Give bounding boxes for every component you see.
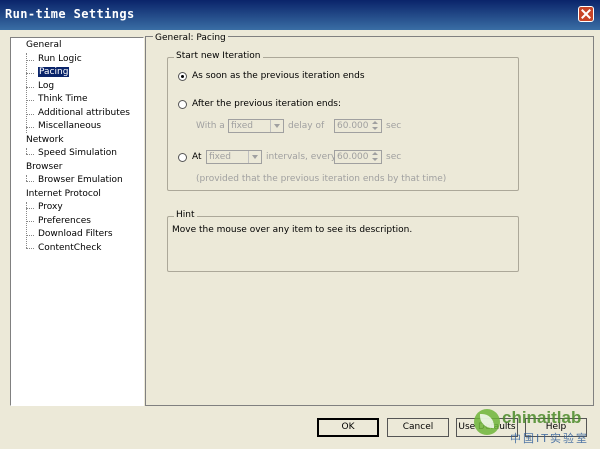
tree-item-browser-emulation[interactable]: Browser Emulation [38, 175, 123, 187]
label-after-previous: After the previous iteration ends: [192, 99, 342, 109]
label-intervals-every: intervals, every [266, 152, 337, 162]
radio-at-intervals[interactable] [178, 153, 187, 162]
hint-group-title: Hint [174, 210, 197, 220]
watermark-brand: chinaitlab [502, 408, 582, 427]
label-as-soon-as: As soon as the previous iteration ends [192, 71, 365, 81]
label-sec-1: sec [386, 121, 402, 131]
hint-group: Hint Move the mouse over any item to see… [167, 210, 519, 272]
interval-type-combo[interactable]: fixed [206, 150, 262, 164]
close-icon[interactable] [578, 6, 594, 22]
tree-item-general[interactable]: General [26, 40, 61, 52]
radio-after-previous[interactable] [178, 100, 187, 109]
title-bar[interactable]: Run-time Settings [0, 0, 600, 30]
hint-text: Move the mouse over any item to see its … [172, 225, 413, 235]
label-provided-note: (provided that the previous iteration en… [196, 174, 447, 184]
chevron-down-icon[interactable] [248, 151, 261, 163]
cancel-button[interactable]: Cancel [387, 418, 449, 437]
interval-spinner[interactable]: 60.000 [334, 150, 382, 164]
tree-item-speed-simulation[interactable]: Speed Simulation [38, 148, 117, 160]
tree-item-preferences[interactable]: Preferences [38, 216, 91, 228]
label-at: At [192, 152, 202, 162]
tree-item-run-logic[interactable]: Run Logic [38, 54, 82, 66]
window-title: Run-time Settings [5, 7, 135, 21]
tree-item-miscellaneous[interactable]: Miscellaneous [38, 121, 101, 133]
label-delay-of: delay of [288, 121, 325, 131]
watermark-subtitle: 中国IT实验室 [510, 432, 589, 445]
settings-page: General: Pacing Start new Iteration As s… [145, 30, 594, 406]
spin-down-icon[interactable] [369, 157, 381, 163]
tree-item-additional-attributes[interactable]: Additional attributes [38, 108, 130, 120]
iteration-group: Start new Iteration As soon as the previ… [167, 51, 519, 191]
label-with-a: With a [196, 121, 225, 131]
tree-item-internet-protocol[interactable]: Internet Protocol [26, 189, 101, 201]
tree-item-download-filters[interactable]: Download Filters [38, 229, 113, 241]
delay-spinner[interactable]: 60.000 [334, 119, 382, 133]
iteration-group-title: Start new Iteration [174, 51, 263, 61]
chevron-down-icon[interactable] [270, 120, 283, 132]
page-title: General: Pacing [153, 33, 228, 43]
tree-item-log[interactable]: Log [38, 81, 54, 93]
tree-item-browser[interactable]: Browser [26, 162, 62, 174]
ok-button[interactable]: OK [317, 418, 379, 437]
tree-item-think-time[interactable]: Think Time [38, 94, 88, 106]
tree-item-proxy[interactable]: Proxy [38, 202, 63, 214]
tree-item-network[interactable]: Network [26, 135, 64, 147]
tree-item-pacing[interactable]: Pacing [38, 67, 70, 79]
tree-item-contentcheck[interactable]: ContentCheck [38, 243, 101, 255]
radio-as-soon-as[interactable] [178, 72, 187, 81]
delay-type-combo[interactable]: fixed [228, 119, 284, 133]
spin-down-icon[interactable] [369, 126, 381, 132]
label-sec-2: sec [386, 152, 402, 162]
settings-tree[interactable]: General Run Logic Pacing Log Think Time … [10, 37, 144, 406]
